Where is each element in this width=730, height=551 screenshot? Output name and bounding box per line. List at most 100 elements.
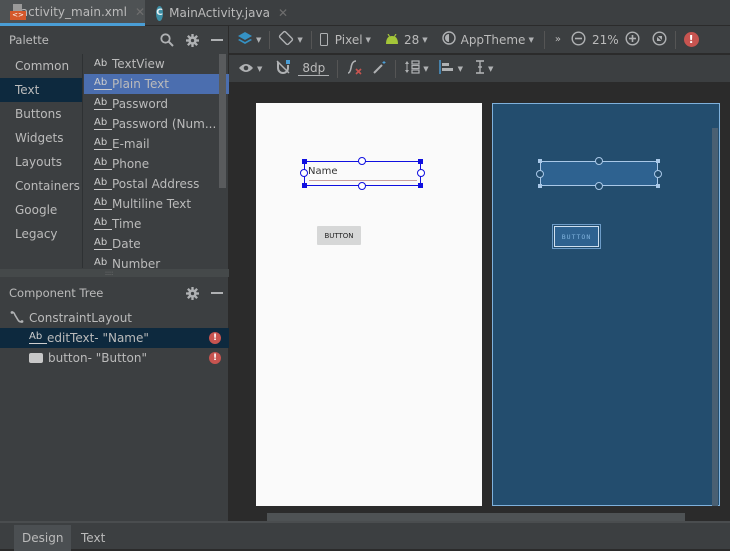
horizontal-scrollbar[interactable] bbox=[267, 513, 685, 521]
panel-splitter[interactable]: :::: bbox=[0, 269, 229, 277]
device-dropdown[interactable]: Pixel ▼ bbox=[319, 26, 371, 54]
palette-category-containers[interactable]: Containers bbox=[0, 174, 82, 198]
palette-widget-phone[interactable]: Ab Phone bbox=[84, 154, 229, 174]
tab-activity-main-xml[interactable]: <> activity_main.xml ✕ bbox=[0, 0, 145, 26]
resize-handle[interactable] bbox=[656, 159, 660, 163]
button-widget[interactable]: BUTTON bbox=[317, 226, 361, 245]
resize-handle[interactable] bbox=[418, 159, 423, 164]
view-options-dropdown[interactable]: ▼ bbox=[238, 55, 262, 83]
widget-label: Date bbox=[112, 237, 141, 251]
overflow-button[interactable]: » bbox=[555, 26, 561, 54]
edittext-widget[interactable]: Name bbox=[300, 157, 425, 190]
constraint-anchor-left[interactable] bbox=[536, 170, 544, 178]
palette-scrollbar[interactable] bbox=[219, 54, 226, 188]
edittext-icon: Ab bbox=[94, 258, 112, 268]
palette-category-text[interactable]: Text bbox=[0, 78, 82, 102]
guideline-icon bbox=[475, 60, 485, 77]
palette-widget-password-numeric[interactable]: Ab Password (Num... bbox=[84, 114, 229, 134]
palette-widget-time[interactable]: Ab Time bbox=[84, 214, 229, 234]
align-dropdown[interactable]: ▼ bbox=[438, 55, 463, 83]
palette-widget-plain-text[interactable]: Ab Plain Text bbox=[84, 74, 229, 94]
widget-label: TextView bbox=[112, 57, 165, 71]
autoconnect-toggle[interactable] bbox=[276, 55, 291, 83]
edittext-icon: Ab bbox=[94, 238, 112, 250]
constraint-anchor-top[interactable] bbox=[595, 157, 603, 165]
palette-widget-multiline-text[interactable]: Ab Multiline Text bbox=[84, 194, 229, 214]
component-tree-title: Component Tree bbox=[9, 286, 104, 300]
edittext-icon: Ab bbox=[94, 158, 112, 170]
palette-widget-date[interactable]: Ab Date bbox=[84, 234, 229, 254]
minimize-icon[interactable] bbox=[211, 292, 223, 294]
gear-icon[interactable] bbox=[186, 286, 199, 300]
error-icon[interactable]: ! bbox=[209, 332, 221, 344]
error-icon: ! bbox=[683, 32, 699, 47]
constraint-anchor-top[interactable] bbox=[358, 157, 366, 165]
palette-category-buttons[interactable]: Buttons bbox=[0, 102, 82, 126]
search-icon[interactable] bbox=[160, 33, 174, 47]
zoom-out-button[interactable] bbox=[571, 26, 586, 54]
palette-widget-list: Ab TextView Ab Plain Text Ab Password Ab Pas… bbox=[84, 54, 229, 268]
design-canvas[interactable]: Name BUTTON BUTTON bbox=[229, 84, 730, 521]
pack-dropdown[interactable]: ▼ bbox=[404, 55, 429, 83]
tab-design[interactable]: Design bbox=[14, 525, 72, 551]
palette-category-legacy[interactable]: Legacy bbox=[0, 222, 82, 246]
tree-item-button[interactable]: button- "Button" ! bbox=[0, 348, 229, 368]
button-blueprint[interactable]: BUTTON bbox=[552, 224, 601, 249]
edittext-blueprint[interactable] bbox=[536, 157, 662, 190]
tree-item-constraintlayout[interactable]: ConstraintLayout bbox=[0, 308, 229, 328]
vertical-scrollbar[interactable] bbox=[712, 128, 718, 506]
palette-widget-postal-address[interactable]: Ab Postal Address bbox=[84, 174, 229, 194]
palette-widget-email[interactable]: Ab E-mail bbox=[84, 134, 229, 154]
palette-category-layouts[interactable]: Layouts bbox=[0, 150, 82, 174]
infer-constraints-button[interactable] bbox=[372, 55, 387, 83]
close-icon[interactable]: ✕ bbox=[278, 6, 288, 20]
resize-handle[interactable] bbox=[538, 159, 542, 163]
palette-category-widgets[interactable]: Widgets bbox=[0, 126, 82, 150]
minimize-icon[interactable] bbox=[211, 39, 223, 41]
tree-item-edittext[interactable]: Ab editText- "Name" ! bbox=[0, 328, 229, 348]
constraint-anchor-bottom[interactable] bbox=[358, 182, 366, 190]
tab-label: activity_main.xml bbox=[20, 4, 127, 19]
edittext-icon: Ab bbox=[94, 198, 112, 210]
error-icon[interactable]: ! bbox=[209, 352, 221, 364]
resize-handle[interactable] bbox=[302, 159, 307, 164]
gear-icon[interactable] bbox=[186, 33, 199, 47]
button-label: BUTTON bbox=[324, 231, 354, 240]
palette-widget-number[interactable]: Ab Number bbox=[84, 254, 229, 268]
component-tree-header: Component Tree bbox=[0, 279, 229, 307]
orientation-dropdown[interactable]: ▼ bbox=[278, 26, 303, 54]
palette-widget-password[interactable]: Ab Password bbox=[84, 94, 229, 114]
zoom-to-fit-button[interactable] bbox=[652, 26, 667, 54]
design-preview[interactable]: Name BUTTON bbox=[256, 103, 482, 506]
tab-text[interactable]: Text bbox=[73, 525, 113, 551]
theme-dropdown[interactable]: AppTheme ▼ bbox=[441, 26, 534, 54]
palette-widget-textview[interactable]: Ab TextView bbox=[84, 54, 229, 74]
show-issues-button[interactable]: ! bbox=[683, 26, 699, 54]
default-margin-dropdown[interactable]: 8dp bbox=[298, 55, 330, 83]
api-level-dropdown[interactable]: 28 ▼ bbox=[385, 26, 428, 54]
resize-handle[interactable] bbox=[538, 184, 542, 188]
palette-category-common[interactable]: Common bbox=[0, 54, 82, 78]
resize-handle[interactable] bbox=[656, 184, 660, 188]
rotate-device-icon bbox=[278, 30, 294, 49]
guidelines-dropdown[interactable]: ▼ bbox=[475, 55, 493, 83]
close-icon[interactable]: ✕ bbox=[135, 5, 145, 19]
design-surface-dropdown[interactable]: ▼ bbox=[237, 26, 261, 54]
phone-icon bbox=[319, 33, 328, 46]
palette-title: Palette bbox=[9, 33, 49, 47]
palette-category-google[interactable]: Google bbox=[0, 198, 82, 222]
constraint-anchor-bottom[interactable] bbox=[595, 182, 603, 190]
resize-handle[interactable] bbox=[302, 183, 307, 188]
constraint-anchor-left[interactable] bbox=[300, 169, 308, 177]
zoom-in-icon bbox=[625, 30, 640, 49]
constraint-anchor-right[interactable] bbox=[417, 169, 425, 177]
blueprint-preview[interactable]: BUTTON bbox=[492, 103, 720, 506]
widget-label: Number bbox=[112, 257, 161, 268]
widget-label: Password bbox=[112, 97, 169, 111]
tab-mainactivity-java[interactable]: C MainActivity.java ✕ bbox=[146, 0, 288, 26]
tab-label: MainActivity.java bbox=[169, 6, 270, 20]
clear-constraints-button[interactable] bbox=[346, 55, 362, 83]
constraint-anchor-right[interactable] bbox=[654, 170, 662, 178]
zoom-in-button[interactable] bbox=[625, 26, 640, 54]
resize-handle[interactable] bbox=[418, 183, 423, 188]
